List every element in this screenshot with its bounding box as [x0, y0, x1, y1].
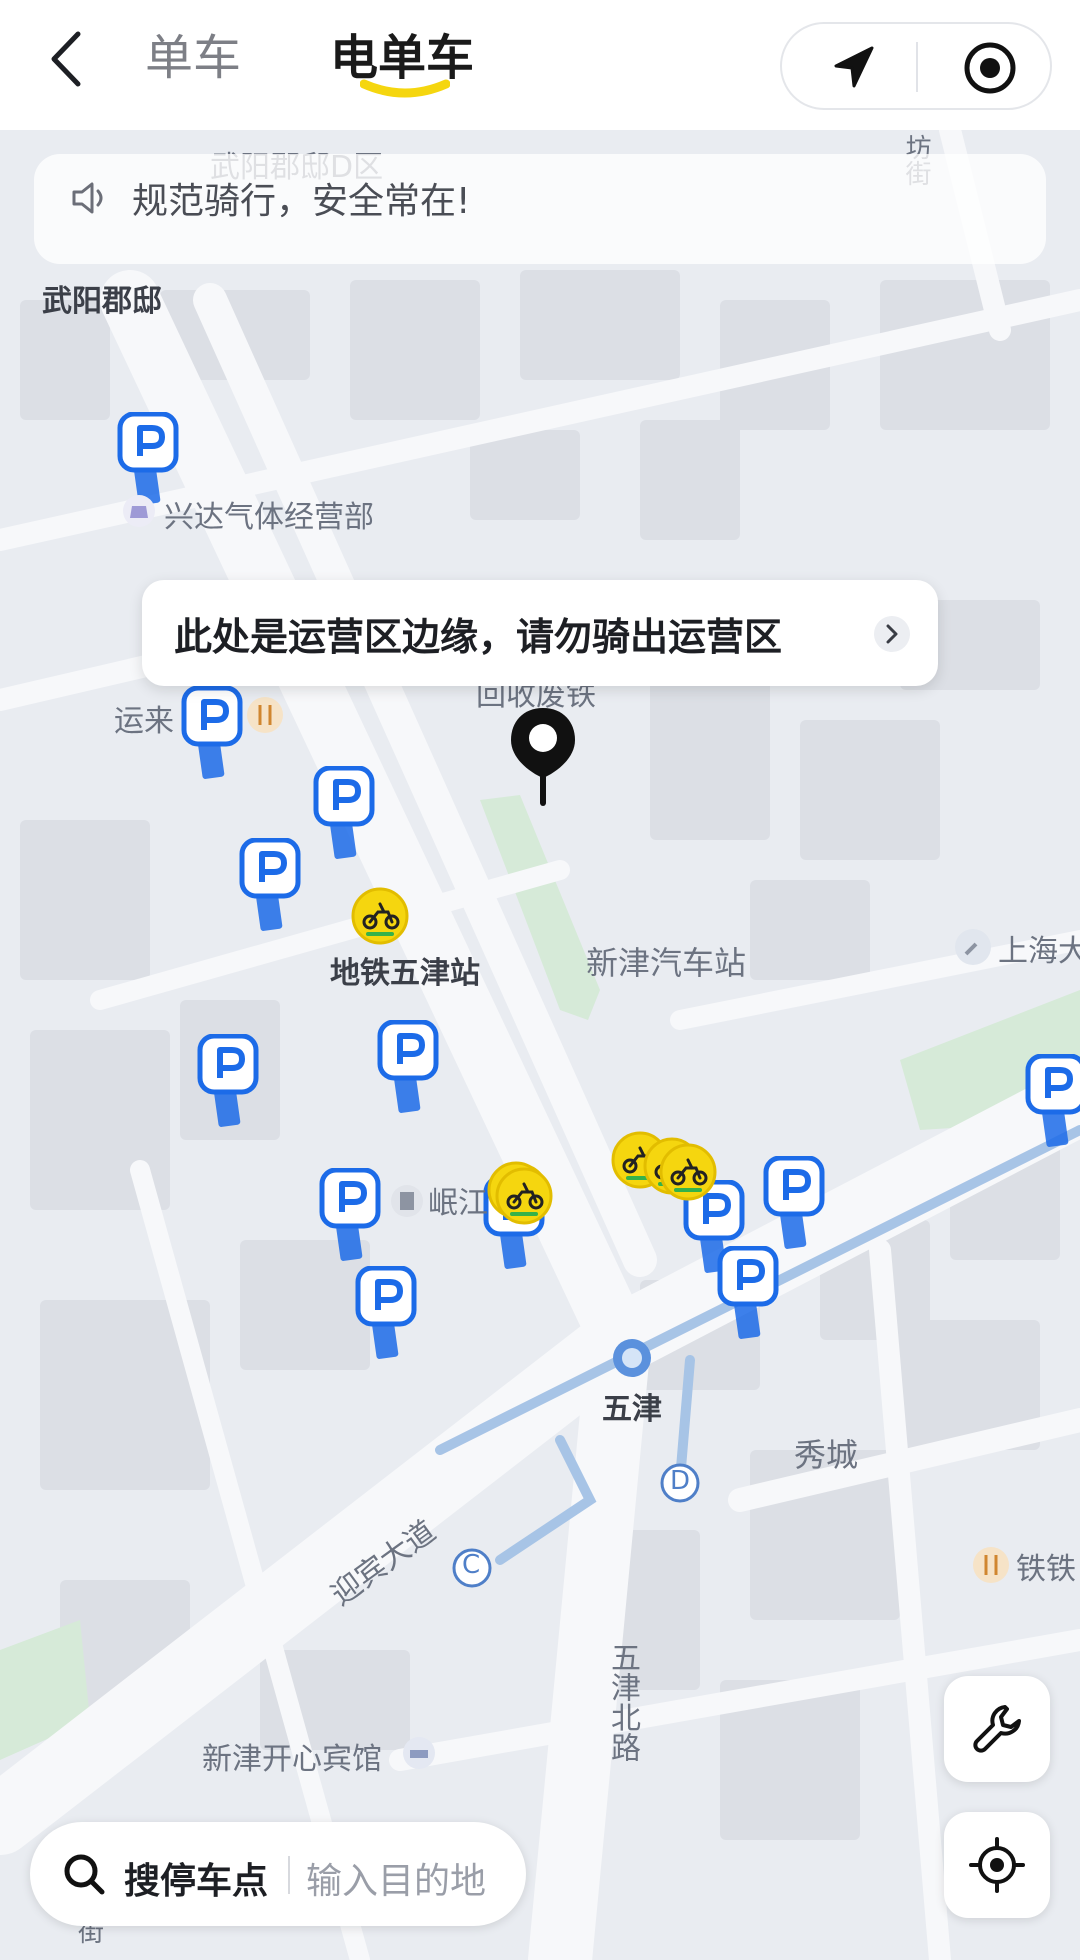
label-wujin: 五津	[602, 1392, 662, 1427]
repair-report-button[interactable]	[944, 1676, 1050, 1782]
building-icon	[391, 1185, 423, 1217]
chevron-right-icon	[874, 616, 910, 652]
notice-banner[interactable]: 规范骑行，安全常在!	[34, 154, 1046, 264]
metro-exit-c-label: C	[462, 1550, 481, 1580]
wrench-icon	[973, 1705, 1021, 1753]
notice-text: 规范骑行，安全常在!	[132, 181, 471, 222]
search-icon	[64, 1854, 105, 1895]
label-wujin-north-road: 五津北路	[605, 1642, 640, 1762]
label-wuyang: 武阳郡邸	[42, 284, 162, 319]
active-tab-underline	[360, 79, 450, 98]
metro-station-icon	[613, 1339, 651, 1377]
destination-input[interactable]: 输入目的地	[306, 1852, 486, 1904]
label-yunlai: 运来	[114, 704, 174, 739]
bike-layer	[0, 130, 1080, 1960]
search-divider	[288, 1856, 290, 1894]
navigation-arrow-icon	[834, 46, 874, 88]
restaurant-icon-2	[973, 1547, 1009, 1583]
hotel-icon	[403, 1737, 435, 1769]
back-arrow-icon	[51, 31, 81, 87]
metro-exit-d-label: D	[670, 1466, 691, 1496]
edge-warning-tooltip[interactable]: 此处是运营区边缘，请勿骑出运营区	[142, 580, 938, 686]
ebike-marker[interactable]	[658, 1142, 718, 1202]
ebike-marker[interactable]	[350, 886, 410, 946]
shop-icon	[123, 495, 155, 527]
ebike-marker[interactable]	[494, 1166, 554, 1226]
label-metro-station: 地铁五津站	[330, 956, 480, 991]
selected-location-pin[interactable]	[507, 704, 579, 808]
capsule-divider	[916, 42, 918, 92]
label-bus-station: 新津汽车站	[586, 944, 747, 982]
label-minjiang: 岷江	[428, 1186, 488, 1221]
map-view[interactable]: 武阳郡邸D区 武阳郡邸 兴达气体经营部 运来 回收废铁 地铁五津站 新津汽车站 …	[0, 130, 1080, 1960]
back-button[interactable]	[40, 26, 100, 92]
speaker-icon	[72, 182, 103, 214]
restaurant-icon	[247, 697, 283, 733]
navigation-button[interactable]	[822, 38, 882, 98]
top-right-capsule	[780, 22, 1052, 110]
label-xingda: 兴达气体经营部	[164, 500, 374, 535]
edge-warning-text: 此处是运营区边缘，请勿骑出运营区	[174, 615, 783, 659]
wrench-poi-icon	[955, 929, 991, 965]
tab-bike[interactable]: 单车	[145, 18, 241, 88]
label-shanghai: 上海大	[998, 934, 1080, 969]
label-xiucheng: 秀城	[794, 1436, 859, 1474]
record-button[interactable]	[960, 38, 1020, 98]
crosshair-icon	[969, 1837, 1025, 1893]
locate-me-button[interactable]	[944, 1812, 1050, 1918]
top-bar: 单车 电单车	[0, 0, 1080, 130]
target-circle-icon	[964, 42, 1016, 94]
search-bar[interactable]: 搜停车点 输入目的地	[30, 1822, 526, 1926]
label-hotel: 新津开心宾馆	[202, 1742, 382, 1777]
search-parking-button[interactable]: 搜停车点	[124, 1852, 268, 1904]
label-tie: 铁铁	[1016, 1552, 1076, 1587]
